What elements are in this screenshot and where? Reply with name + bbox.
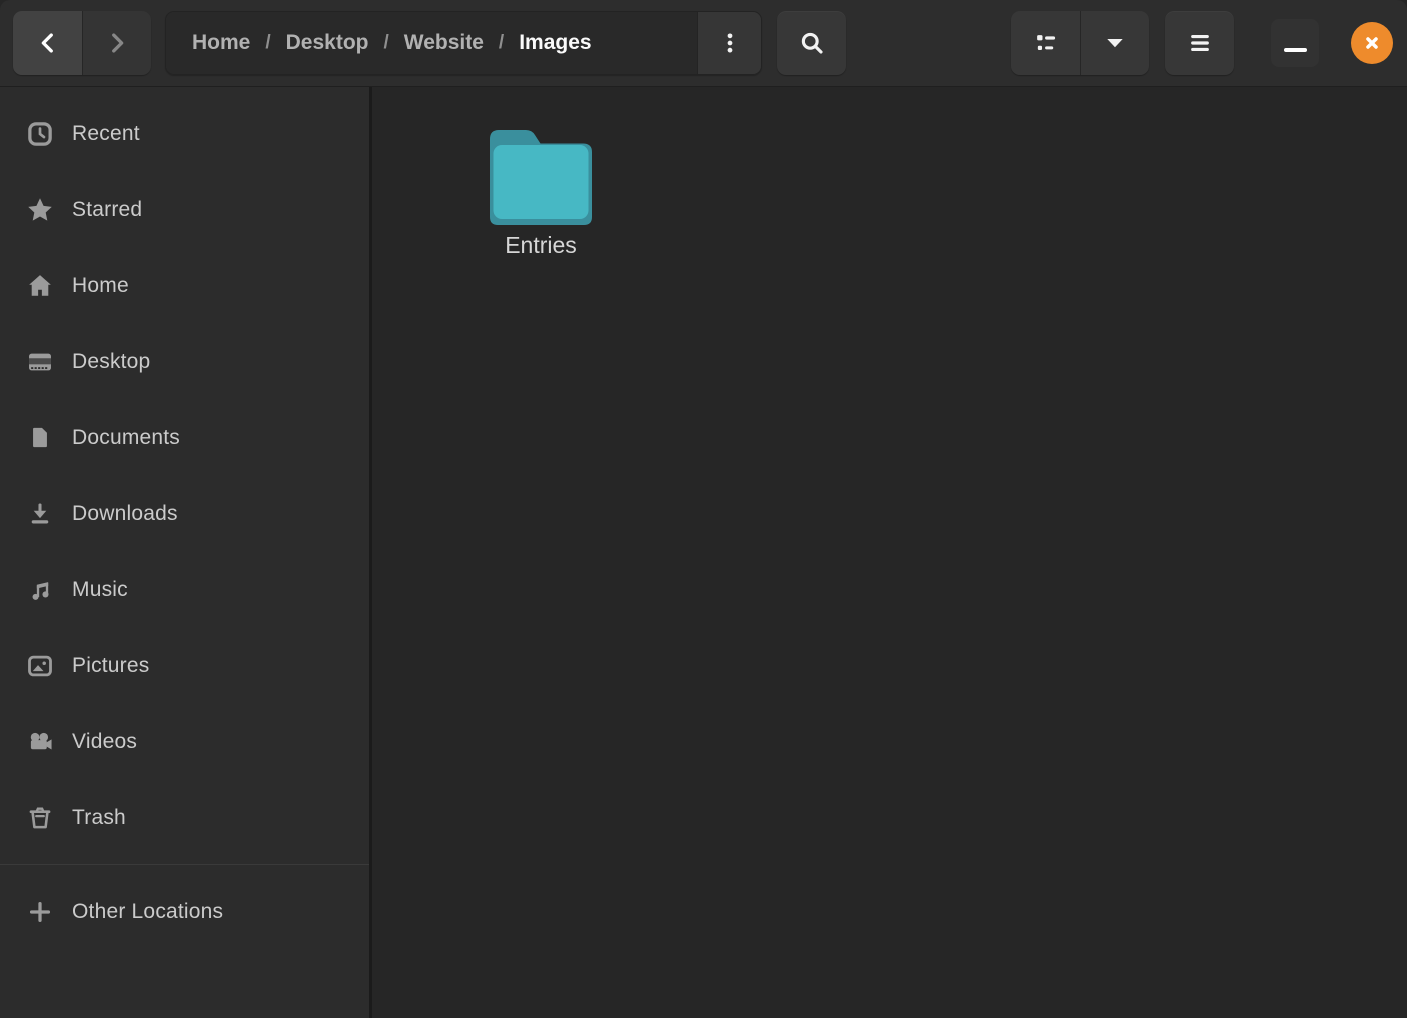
breadcrumb: Home / Desktop / Website / Images	[166, 12, 697, 74]
forward-button[interactable]	[82, 11, 151, 75]
hamburger-menu-icon	[1186, 29, 1214, 57]
desktop-icon	[24, 346, 56, 378]
home-icon	[24, 270, 56, 302]
sidebar-item-desktop[interactable]: Desktop	[0, 324, 369, 400]
view-options-button[interactable]	[1080, 11, 1149, 75]
header-bar: Home / Desktop / Website / Images	[0, 0, 1407, 87]
sidebar-item-label: Videos	[72, 730, 137, 754]
search-icon	[797, 28, 827, 58]
path-bar: Home / Desktop / Website / Images	[165, 11, 762, 75]
chevron-down-icon	[1101, 29, 1129, 57]
minimize-icon	[1284, 48, 1307, 52]
chevron-right-icon	[103, 29, 131, 57]
sidebar-item-label: Documents	[72, 426, 180, 450]
picture-icon	[24, 650, 56, 682]
sidebar-item-pictures[interactable]: Pictures	[0, 628, 369, 704]
list-view-button[interactable]	[1011, 11, 1080, 75]
breadcrumb-separator: /	[492, 32, 511, 54]
sidebar-item-label: Home	[72, 274, 129, 298]
file-grid: Entries	[372, 87, 1407, 1018]
path-options-button[interactable]	[697, 12, 761, 74]
sidebar-item-label: Recent	[72, 122, 140, 146]
video-camera-icon	[24, 726, 56, 758]
list-view-icon	[1032, 29, 1060, 57]
chevron-left-icon	[34, 29, 62, 57]
sidebar-item-label: Pictures	[72, 654, 149, 678]
close-button[interactable]	[1351, 22, 1393, 64]
sidebar-item-videos[interactable]: Videos	[0, 704, 369, 780]
sidebar-item-documents[interactable]: Documents	[0, 400, 369, 476]
breadcrumb-separator: /	[377, 32, 396, 54]
folder-icon	[486, 117, 596, 227]
sidebar-item-home[interactable]: Home	[0, 248, 369, 324]
sidebar-separator	[0, 864, 369, 865]
sidebar-item-other-locations[interactable]: Other Locations	[0, 874, 369, 950]
nav-button-group	[13, 11, 151, 75]
music-note-icon	[24, 574, 56, 606]
sidebar-item-starred[interactable]: Starred	[0, 172, 369, 248]
search-button[interactable]	[777, 11, 846, 75]
trash-icon	[24, 802, 56, 834]
sidebar-item-label: Trash	[72, 806, 126, 830]
sidebar: Recent Starred Home	[0, 87, 372, 1018]
sidebar-item-label: Starred	[72, 198, 142, 222]
view-toggle-group	[1011, 11, 1149, 75]
breadcrumb-item-home[interactable]: Home	[184, 31, 258, 55]
breadcrumb-item-desktop[interactable]: Desktop	[278, 31, 377, 55]
sidebar-item-trash[interactable]: Trash	[0, 780, 369, 856]
sidebar-item-recent[interactable]: Recent	[0, 96, 369, 172]
sidebar-item-label: Music	[72, 578, 128, 602]
document-icon	[24, 422, 56, 454]
breadcrumb-item-images-current[interactable]: Images	[511, 31, 599, 55]
folder-item-entries[interactable]: Entries	[474, 117, 608, 259]
close-icon	[1361, 32, 1383, 54]
download-icon	[24, 498, 56, 530]
sidebar-item-label: Other Locations	[72, 900, 223, 924]
sidebar-item-label: Downloads	[72, 502, 178, 526]
breadcrumb-item-website[interactable]: Website	[396, 31, 492, 55]
app-body: Recent Starred Home	[0, 87, 1407, 1018]
file-name-label: Entries	[505, 232, 577, 259]
clock-icon	[24, 118, 56, 150]
main-menu-button[interactable]	[1165, 11, 1234, 75]
kebab-menu-icon	[717, 30, 743, 56]
sidebar-item-label: Desktop	[72, 350, 150, 374]
file-manager-window: Home / Desktop / Website / Images	[0, 0, 1407, 1018]
back-button[interactable]	[13, 11, 82, 75]
star-icon	[24, 194, 56, 226]
plus-icon	[24, 896, 56, 928]
sidebar-item-music[interactable]: Music	[0, 552, 369, 628]
sidebar-item-downloads[interactable]: Downloads	[0, 476, 369, 552]
minimize-button[interactable]	[1271, 19, 1319, 67]
breadcrumb-separator: /	[258, 32, 277, 54]
